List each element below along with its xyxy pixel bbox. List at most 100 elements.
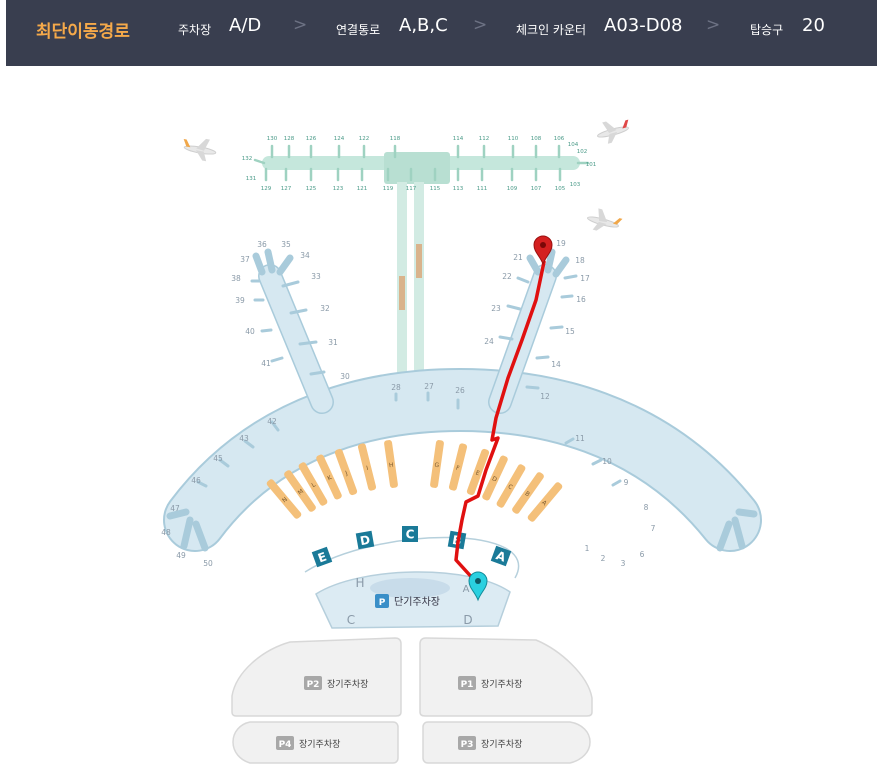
gate-label: 38 [231,274,241,283]
gate-label: 24 [484,337,494,346]
entrance-badge: A [490,545,512,567]
airplane-icon [183,138,217,162]
gate-label: 45 [213,454,223,463]
concourse-gate-label: 107 [531,186,542,192]
concourse-gate-label: 117 [406,186,417,192]
parking-badge-text: P [379,598,386,608]
concourse-gate-label: 129 [261,186,272,192]
svg-text:P2: P2 [307,680,320,690]
checkin-row-label: H [388,462,393,470]
entrance-badge: D [355,530,375,550]
terminal-map[interactable]: 130 128 126 124 122 118 114 112 110 108 1061041021… [0,66,885,771]
chevron-right-icon: > [706,15,721,35]
gate-label: 33 [311,272,321,281]
short-term-parking-label: 단기주차장 [394,596,440,608]
gate-label: 6 [640,550,645,559]
gate-label: 42 [267,417,277,426]
gate-label: 19 [556,239,566,248]
gate-label: 21 [513,253,523,262]
gate-label: 28 [391,383,401,392]
corridor-label: 연결통로 [336,23,381,37]
chevron-right-icon: > [473,15,488,35]
route-title: 최단이동경로 [36,22,130,42]
concourse-gate-label: 121 [357,186,368,192]
long-term-parking-p2[interactable]: P2 장기주차장 [231,637,402,717]
zone-label: D [463,613,472,627]
gate-label: 11 [575,434,585,443]
svg-text:P3: P3 [461,740,474,750]
concourse-gate-label: 110 [508,136,519,142]
checkin-island[interactable]: H [384,440,399,489]
checkin-value: A03-D08 [604,15,683,36]
gate-label: 12 [540,392,550,401]
concourse-gate-label: 108 [531,136,542,142]
svg-text:P4: P4 [279,740,292,750]
gate-label: 15 [565,327,575,336]
gate-label: 30 [340,372,350,381]
long-term-parking-p4[interactable]: P4 장기주차장 [232,721,399,764]
concourse-gate-label: 103 [570,182,581,188]
concourse-gate-label: 132 [242,156,253,162]
gate-label: 43 [239,434,249,443]
gate-label: 40 [245,327,255,336]
gate-label: 탑승구 [750,23,784,37]
svg-text:장기주차장: 장기주차장 [481,738,522,750]
concourse-gate-label: 128 [284,136,295,142]
gate-value: 20 [802,15,825,36]
checkin-island[interactable]: I [357,443,377,492]
gate-label: 17 [580,274,590,283]
concourse-gate-label: 106 [554,136,565,142]
gate-label: 14 [551,360,561,369]
parking-label: 주차장 [178,23,212,37]
svg-text:장기주차장: 장기주차장 [327,678,368,690]
shuttle-train-icon [416,244,422,278]
gate-label: 7 [651,524,656,533]
concourse-gate-label: 104 [568,142,579,148]
checkin-label: 체크인 카운터 [516,23,587,37]
zone-label: A [463,584,470,595]
concourse-gate-label: 123 [333,186,344,192]
gate-label: 41 [261,359,271,368]
concourse-gate-label: 105 [555,186,566,192]
concourse-gate-label: 127 [281,186,292,192]
gate-label: 2 [601,554,606,563]
parking-value: A/D [229,15,262,36]
concourse-gate-label: 130 [267,136,278,142]
concourse-gate-label: 131 [246,176,257,182]
entrance-markers: ED C BA [311,526,512,568]
chevron-right-icon: > [293,15,308,35]
gate-label: 48 [161,528,171,537]
entrance-label: C [406,528,415,542]
concourse-gate-label: 115 [430,186,441,192]
airplane-icon [597,119,629,144]
gate-label: 35 [281,240,291,249]
gate-label: 23 [491,304,501,313]
gate-label: 18 [575,256,585,265]
gate-label: 37 [240,255,250,264]
checkin-island[interactable]: G [430,440,445,489]
shuttle-train-icon [399,276,405,310]
zone-label: H [355,576,364,590]
svg-text:P1: P1 [461,680,474,690]
concourse-gate-label: 102 [577,149,588,155]
long-term-parking-p1[interactable]: P1 장기주차장 [419,637,593,717]
zone-label: C [347,613,355,627]
concourse-gate-label: 111 [477,186,488,192]
gate-label: 27 [424,382,434,391]
corridor-value: A,B,C [399,15,448,36]
gate-label: 10 [602,457,612,466]
airplane-icon [587,208,623,231]
gate-label: 50 [203,559,213,568]
gate-label: 39 [235,296,245,305]
gate-label: 22 [502,272,512,281]
checkin-island[interactable]: F [448,443,468,492]
top-bar: 최단이동경로 주차장 A/D > 연결통로 A,B,C > 체크인 카운터 A0… [6,0,877,66]
gate-label: 3 [621,559,626,568]
long-term-parking-p3[interactable]: P3 장기주차장 [422,721,591,764]
gate-label: 47 [170,504,180,513]
concourse-gate-label: 124 [334,136,345,142]
gate-label: 16 [576,295,586,304]
concourse-gate-label: 109 [507,186,518,192]
svg-text:장기주차장: 장기주차장 [481,678,522,690]
concourse-gate-label: 101 [586,162,597,168]
